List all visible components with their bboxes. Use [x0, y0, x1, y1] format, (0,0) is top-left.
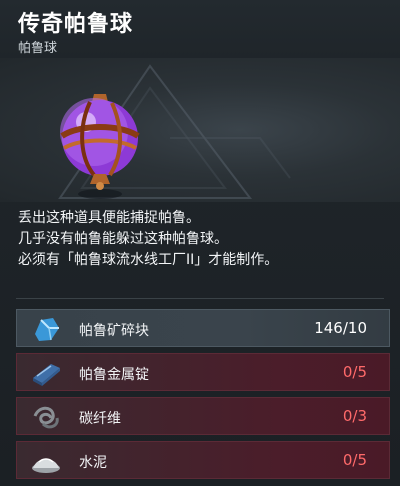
- material-name: 帕鲁矿碎块: [79, 323, 149, 339]
- description-line: 丢出这种道具便能捕捉帕鲁。: [18, 210, 200, 226]
- item-art: [58, 64, 291, 199]
- item-description: 丢出这种道具便能捕捉帕鲁。 几乎没有帕鲁能躲过这种帕鲁球。 必须有「帕鲁球流水线…: [18, 208, 388, 271]
- material-row[interactable]: 帕鲁矿碎块 146/10: [16, 309, 390, 347]
- material-quantity: 0/3: [342, 407, 367, 425]
- item-detail-panel: 传奇帕鲁球 帕鲁球 丢出这种道具便能捕捉帕鲁。 几乎没有帕鲁能躲过这种帕鲁球。 …: [0, 0, 400, 486]
- divider: [16, 298, 384, 299]
- description-line: 必须有「帕鲁球流水线工厂II」才能制作。: [18, 252, 279, 268]
- cement-icon: [32, 458, 60, 473]
- item-art-area: [0, 58, 400, 202]
- material-quantity: 0/5: [342, 451, 367, 469]
- material-name: 水泥: [79, 455, 107, 471]
- material-name: 碳纤维: [79, 411, 121, 427]
- material-name: 帕鲁金属锭: [79, 367, 149, 383]
- material-quantity: 0/5: [342, 363, 367, 381]
- pal-metal-ingot-icon: [33, 364, 60, 386]
- description-line: 几乎没有帕鲁能躲过这种帕鲁球。: [18, 231, 228, 247]
- material-row[interactable]: 水泥 0/5: [16, 441, 390, 479]
- carbon-fiber-icon: [33, 406, 59, 429]
- legendary-sphere-icon: [60, 94, 140, 199]
- material-row[interactable]: 碳纤维 0/3: [16, 397, 390, 435]
- material-row[interactable]: 帕鲁金属锭 0/5: [16, 353, 390, 391]
- pal-fluid-crystal-icon: [35, 318, 59, 341]
- item-title: 传奇帕鲁球: [18, 12, 134, 37]
- item-category: 帕鲁球: [18, 41, 58, 56]
- material-quantity: 146/10: [314, 319, 367, 337]
- item-header: 传奇帕鲁球 帕鲁球: [0, 0, 400, 58]
